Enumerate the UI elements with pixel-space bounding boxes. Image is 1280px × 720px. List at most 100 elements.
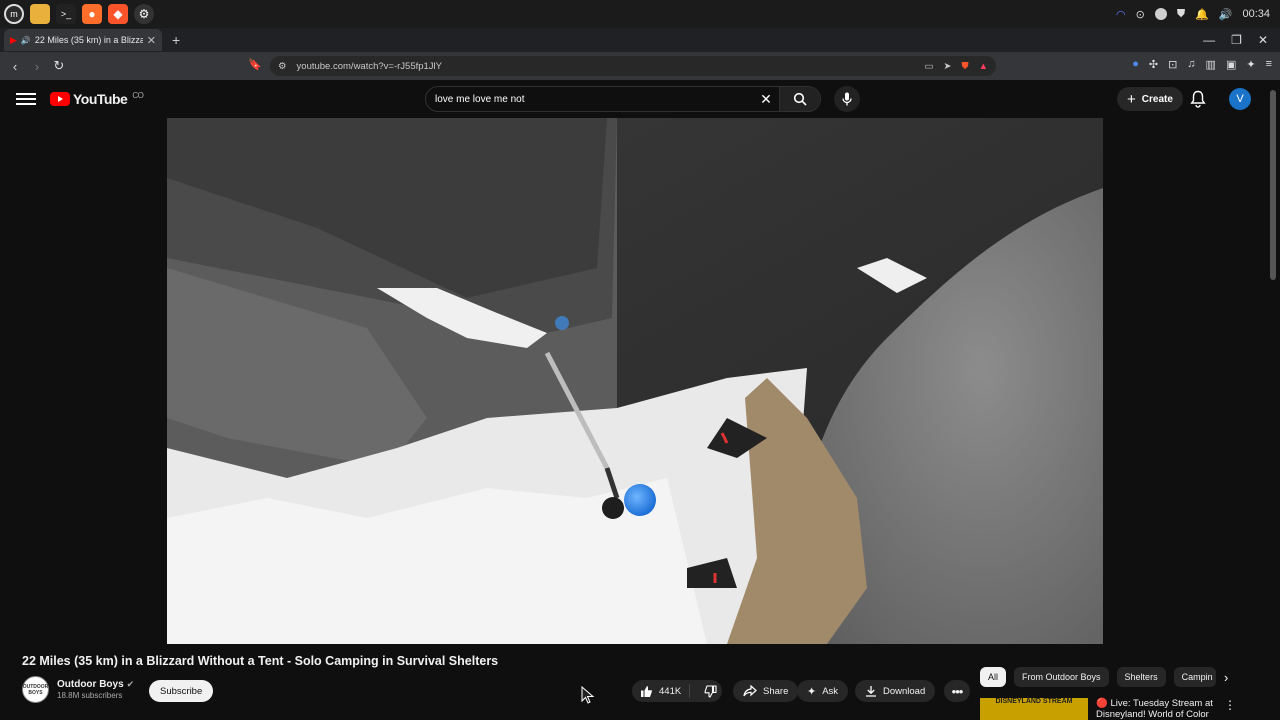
tab-youtube[interactable]: ▶ 🔊 22 Miles (35 km) in a Blizza ✕ bbox=[4, 29, 162, 51]
download-label: Download bbox=[883, 685, 926, 697]
settings-icon[interactable]: ⚙ bbox=[134, 4, 154, 24]
leo-icon[interactable]: ✦ bbox=[1246, 58, 1255, 71]
tab-title: 22 Miles (35 km) in a Blizza bbox=[34, 35, 143, 45]
create-label: Create bbox=[1141, 93, 1173, 105]
brave-shields-icon[interactable]: ⛊ bbox=[961, 61, 968, 72]
shield-icon[interactable]: ⛊ bbox=[1177, 8, 1185, 21]
like-button[interactable]: 441K bbox=[632, 684, 691, 698]
channel-avatar[interactable]: OUTDOOR BOYS bbox=[22, 676, 49, 703]
download-button[interactable]: Download bbox=[855, 680, 936, 702]
screenshot-icon[interactable]: ⊡ bbox=[1168, 58, 1177, 71]
video-title: 22 Miles (35 km) in a Blizzard Without a… bbox=[22, 654, 499, 668]
back-icon[interactable]: ‹ bbox=[4, 59, 26, 74]
youtube-favicon-icon: ▶ bbox=[10, 34, 17, 45]
logo-country-code: CO bbox=[132, 90, 144, 100]
ask-button[interactable]: ✦ Ask bbox=[797, 680, 849, 702]
cast-icon[interactable]: ▭ bbox=[925, 61, 934, 72]
download-icon bbox=[866, 686, 876, 697]
chip-from-channel[interactable]: From Outdoor Boys bbox=[1014, 667, 1109, 687]
like-dislike-group: 441K bbox=[632, 680, 722, 702]
chip-all[interactable]: All bbox=[980, 667, 1007, 687]
subscribe-button[interactable]: Subscribe bbox=[149, 680, 214, 702]
close-window-icon[interactable]: ✕ bbox=[1258, 33, 1268, 47]
mint-menu-icon[interactable]: m bbox=[4, 4, 24, 24]
chip-camping[interactable]: Campin bbox=[1173, 667, 1216, 687]
search-icon bbox=[793, 92, 807, 106]
more-vertical-icon[interactable]: ⋮ bbox=[1224, 698, 1236, 720]
extension-icon[interactable]: ● bbox=[1132, 58, 1139, 71]
network-icon[interactable] bbox=[1154, 8, 1167, 20]
youtube-header: YouTube CO ✕ + Create V bbox=[0, 80, 1280, 118]
chevron-right-icon[interactable]: › bbox=[1224, 670, 1228, 685]
more-horizontal-icon: ••• bbox=[951, 683, 964, 699]
verified-icon: ✔ bbox=[126, 679, 135, 689]
search-input[interactable] bbox=[426, 92, 753, 106]
logo-text: YouTube bbox=[73, 91, 128, 107]
url-text: youtube.com/watch?v=-rJ55fp1JlY bbox=[296, 60, 443, 72]
vpn-icon[interactable]: ◠ bbox=[1116, 8, 1126, 21]
wallet-icon[interactable]: ▣ bbox=[1226, 58, 1236, 71]
dislike-button[interactable] bbox=[696, 684, 717, 698]
browser-tab-bar: ▶ 🔊 22 Miles (35 km) in a Blizza ✕ + — ❐… bbox=[0, 28, 1280, 52]
channel-logo-text: OUTDOOR BOYS bbox=[22, 683, 49, 696]
page-scrollbar[interactable] bbox=[1270, 90, 1276, 280]
site-info-icon[interactable]: ⚙ bbox=[278, 61, 287, 72]
create-button[interactable]: + Create bbox=[1117, 87, 1183, 111]
browser-toolbar: ‹ › ↻ 🔖 ⚙ youtube.com/watch?v=-rJ55fp1Jl… bbox=[0, 52, 1280, 80]
send-icon[interactable]: ➤ bbox=[943, 61, 951, 72]
sidebar-icon[interactable]: ▥ bbox=[1206, 58, 1216, 71]
notifications-bell-icon[interactable] bbox=[1190, 90, 1206, 108]
voice-search-button[interactable] bbox=[834, 86, 860, 112]
clock[interactable]: 00:34 bbox=[1242, 8, 1270, 20]
sparkle-icon: ✦ bbox=[807, 685, 817, 698]
search-button[interactable] bbox=[779, 87, 820, 111]
like-count: 441K bbox=[659, 685, 682, 697]
youtube-logo[interactable]: YouTube CO bbox=[50, 90, 144, 107]
search-box: ✕ bbox=[425, 86, 821, 112]
address-bar[interactable]: ⚙ youtube.com/watch?v=-rJ55fp1JlY ▭ ➤ ⛊ … bbox=[270, 56, 996, 76]
clear-search-icon[interactable]: ✕ bbox=[753, 91, 779, 108]
os-taskbar: m >_ ● ◆ ⚙ ◠ ⊙ ⛊ 🔔 🔊 00:34 bbox=[0, 0, 1280, 28]
new-tab-icon[interactable]: + bbox=[172, 32, 180, 48]
youtube-play-icon bbox=[50, 92, 70, 106]
media-icon[interactable]: ♫ bbox=[1187, 58, 1195, 71]
chip-shelters[interactable]: Shelters bbox=[1116, 667, 1166, 687]
puzzle-icon[interactable]: ✣ bbox=[1149, 58, 1158, 71]
channel-name[interactable]: Outdoor Boys bbox=[57, 679, 124, 690]
thumbnail-text: DISNEYLAND STREAM bbox=[995, 698, 1073, 705]
plus-icon: + bbox=[1127, 90, 1136, 108]
ask-label: Ask bbox=[822, 685, 839, 697]
reload-icon[interactable]: ↻ bbox=[48, 58, 70, 74]
recommended-title[interactable]: 🔴 Live: Tuesday Stream at Disneyland! Wo… bbox=[1096, 698, 1216, 720]
brave-rewards-icon[interactable]: ▲ bbox=[979, 61, 996, 72]
browser-menu-icon[interactable]: ≡ bbox=[1266, 58, 1272, 71]
thumbs-down-icon bbox=[704, 684, 717, 698]
brave-icon[interactable]: ◆ bbox=[108, 4, 128, 24]
firefox-icon[interactable]: ● bbox=[82, 4, 102, 24]
thumbs-up-icon bbox=[641, 685, 652, 697]
files-icon[interactable] bbox=[30, 4, 50, 24]
more-actions-button[interactable]: ••• bbox=[944, 680, 970, 702]
recommended-thumbnail[interactable]: DISNEYLAND STREAM bbox=[980, 698, 1088, 720]
share-button[interactable]: Share bbox=[733, 680, 799, 702]
share-icon bbox=[743, 685, 757, 697]
account-avatar[interactable]: V bbox=[1229, 88, 1251, 110]
minimize-icon[interactable]: — bbox=[1203, 33, 1215, 47]
maximize-icon[interactable]: ❐ bbox=[1231, 33, 1242, 47]
volume-icon[interactable]: 🔊 bbox=[1219, 8, 1233, 21]
channel-name-row[interactable]: Outdoor Boys ✔ bbox=[57, 679, 134, 690]
video-frame bbox=[167, 118, 1103, 644]
bookmark-icon[interactable]: 🔖 bbox=[248, 58, 262, 71]
audio-playing-icon[interactable]: 🔊 bbox=[21, 36, 31, 45]
close-tab-icon[interactable]: ✕ bbox=[147, 34, 156, 47]
hamburger-menu-icon[interactable] bbox=[16, 90, 36, 108]
notifications-tray-icon[interactable]: 🔔 bbox=[1195, 8, 1209, 21]
mouse-cursor-icon bbox=[581, 686, 595, 704]
related-filter-chips: All From Outdoor Boys Shelters Campin bbox=[980, 667, 1216, 687]
forward-icon[interactable]: › bbox=[26, 59, 48, 74]
video-player[interactable] bbox=[167, 118, 1103, 644]
recommended-video[interactable]: DISNEYLAND STREAM 🔴 Live: Tuesday Stream… bbox=[980, 698, 1236, 720]
sync-icon[interactable]: ⊙ bbox=[1136, 8, 1145, 21]
share-label: Share bbox=[763, 685, 789, 697]
terminal-icon[interactable]: >_ bbox=[56, 4, 76, 24]
